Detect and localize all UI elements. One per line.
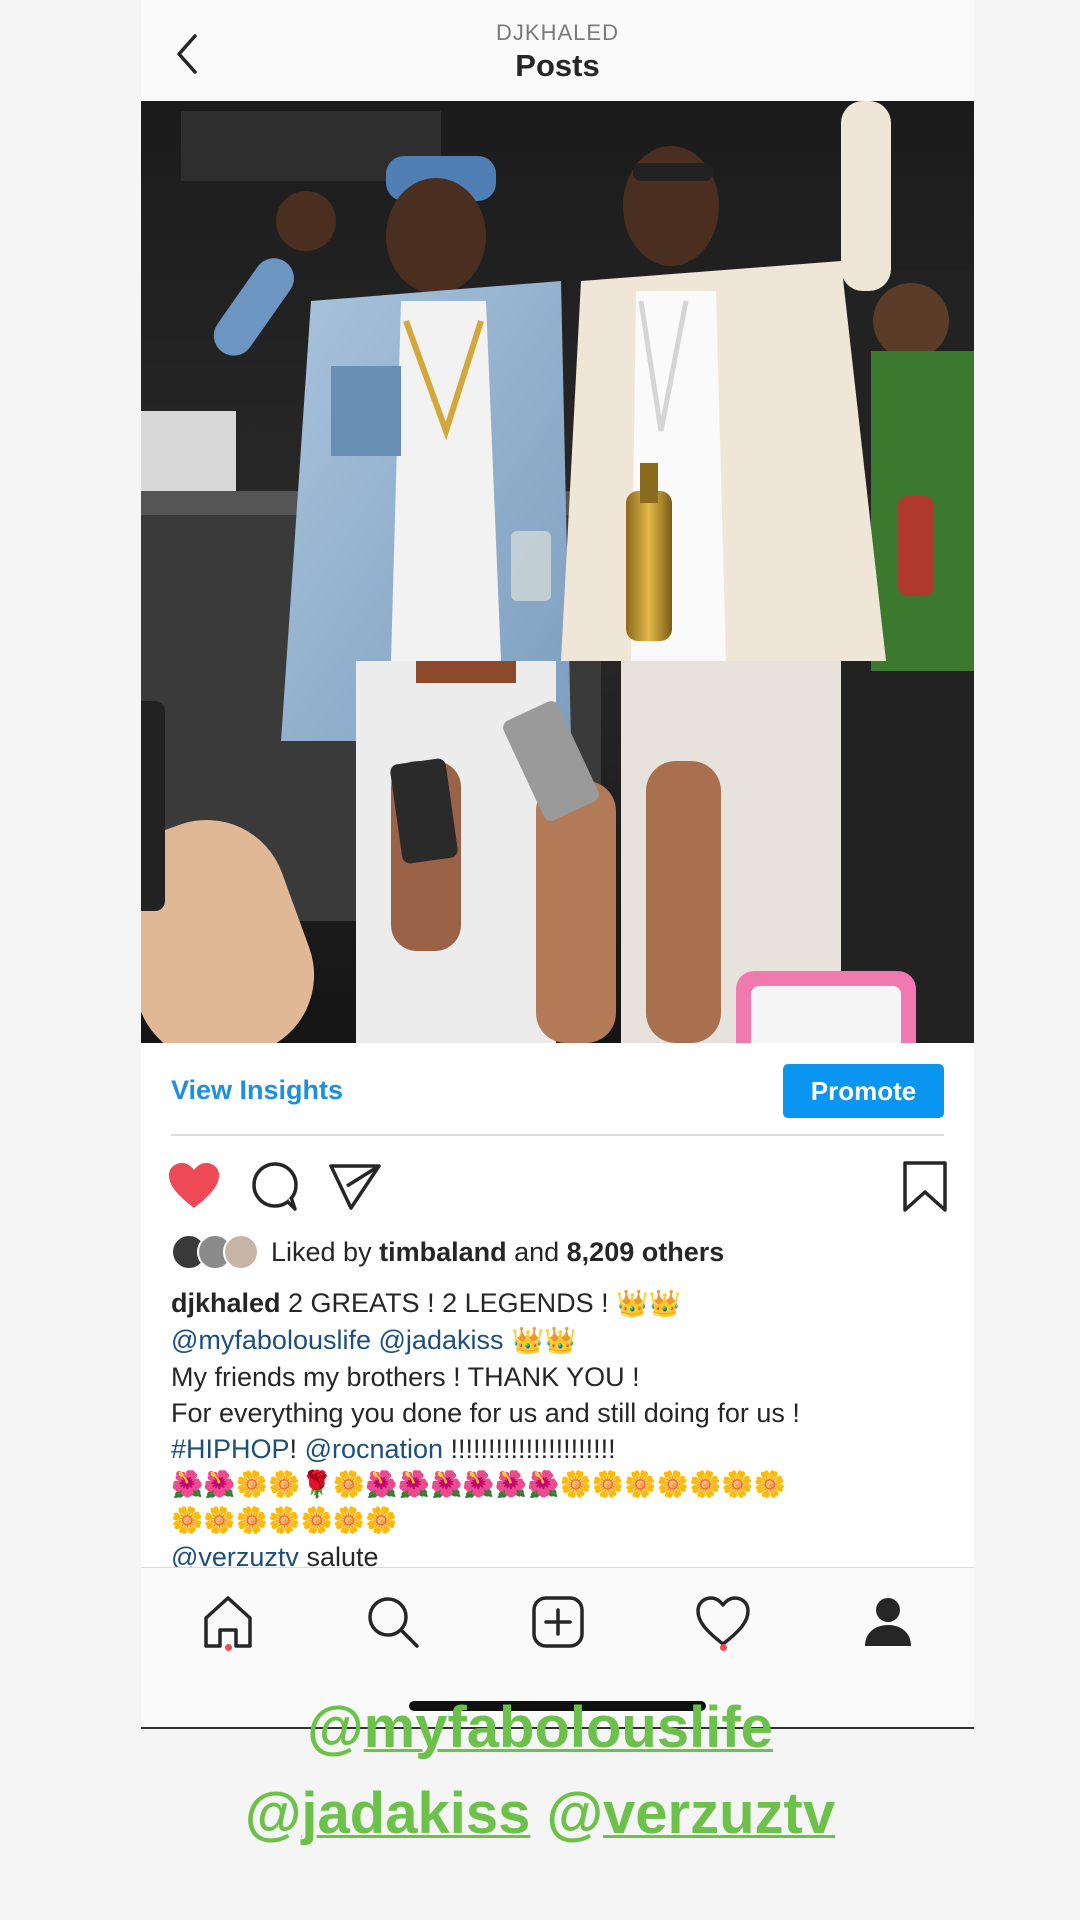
profile-icon — [865, 1598, 911, 1646]
likes-row: Liked by timbaland and 8,209 others — [171, 1230, 951, 1274]
likes-count[interactable]: 8,209 others — [567, 1237, 725, 1267]
overlay-caption-line-1: @myfabolouslife — [0, 1694, 1080, 1761]
view-insights-link[interactable]: View Insights — [171, 1075, 343, 1106]
home-notification-dot — [225, 1644, 232, 1651]
likes-summary[interactable]: Liked by timbaland and 8,209 others — [271, 1237, 724, 1268]
activity-notification-dot — [720, 1644, 727, 1651]
crown-emoji: 👑👑 — [503, 1326, 577, 1356]
action-bar — [141, 1150, 974, 1220]
save-button[interactable] — [897, 1160, 953, 1212]
caption-text: 2 GREATS ! 2 LEGENDS ! — [280, 1288, 617, 1318]
likes-prefix: Liked by — [271, 1237, 380, 1267]
caption-exclaims: !!!!!!!!!!!!!!!!!!!!!! — [443, 1434, 616, 1464]
comment-button[interactable] — [247, 1160, 303, 1212]
caption-line-1: djkhaled 2 GREATS ! 2 LEGENDS ! 👑👑 — [171, 1285, 951, 1322]
activity-icon — [696, 1596, 750, 1646]
overlay-tag-jadakiss[interactable]: jadakiss — [301, 1781, 530, 1846]
mention-jadakiss[interactable]: @jadakiss — [379, 1325, 504, 1355]
flower-emoji-row-2: 🌼🌼🌼🌼🌼🌼🌼 — [171, 1506, 398, 1536]
nav-new-post[interactable] — [528, 1592, 588, 1652]
bookmark-icon — [903, 1161, 947, 1212]
overlay-tag-myfabolouslife[interactable]: myfabolouslife — [364, 1695, 773, 1760]
overlay-at: @ — [244, 1781, 302, 1846]
mention-myfabolouslife[interactable]: @myfabolouslife — [171, 1325, 371, 1355]
flower-emoji-row-1: 🌺🌺🌼🌼🌹🌼🌺🌺🌺🌺🌺🌺🌼🌼🌼🌼🌼🌼🌼 — [171, 1470, 787, 1500]
comment-icon — [252, 1162, 298, 1211]
avatar — [223, 1234, 259, 1270]
crown-emoji: 👑👑 — [616, 1289, 681, 1319]
liker-username[interactable]: timbaland — [379, 1237, 507, 1267]
caption-bang: ! — [289, 1434, 305, 1464]
post-caption: djkhaled 2 GREATS ! 2 LEGENDS ! 👑👑 @myfa… — [171, 1285, 951, 1575]
share-button[interactable] — [327, 1160, 383, 1212]
overlay-at: @ — [530, 1781, 604, 1846]
promote-button[interactable]: Promote — [783, 1064, 944, 1118]
search-icon — [368, 1597, 419, 1648]
mention-rocnation[interactable]: @rocnation — [305, 1434, 443, 1464]
caption-line-2: @myfabolouslife @jadakiss 👑👑 — [171, 1322, 951, 1359]
send-icon — [329, 1164, 381, 1210]
page-title: Posts — [515, 48, 600, 83]
caption-line-5: #HIPHOP! @rocnation !!!!!!!!!!!!!!!!!!!!… — [171, 1431, 951, 1467]
likes-middle: and — [506, 1237, 567, 1267]
overlay-at: @ — [307, 1695, 364, 1760]
header-username: DJKHALED — [496, 20, 619, 45]
nav-search[interactable] — [363, 1592, 423, 1652]
divider — [171, 1134, 944, 1136]
insights-row: View Insights Promote — [141, 1043, 974, 1134]
home-icon — [204, 1596, 252, 1648]
overlay-tag-verzuztv[interactable]: verzuztv — [603, 1781, 835, 1846]
post-screen: DJKHALED Posts View Insights Promote Lik… — [141, 0, 974, 1728]
top-bar: DJKHALED Posts — [141, 0, 974, 101]
caption-line-4: For everything you done for us and still… — [171, 1398, 800, 1428]
like-button[interactable] — [166, 1160, 222, 1212]
post-image — [141, 101, 974, 1043]
add-icon — [532, 1596, 584, 1648]
caption-line-3: My friends my brothers ! THANK YOU ! — [171, 1362, 640, 1392]
nav-home[interactable] — [198, 1592, 258, 1652]
liker-avatars[interactable] — [171, 1234, 261, 1270]
post-photo[interactable] — [141, 101, 974, 1043]
nav-profile[interactable] — [858, 1592, 918, 1652]
caption-username[interactable]: djkhaled — [171, 1288, 281, 1318]
overlay-caption-line-2: @jadakiss @verzuztv — [0, 1780, 1080, 1847]
nav-activity[interactable] — [693, 1592, 753, 1652]
hashtag-hiphop[interactable]: #HIPHOP — [171, 1434, 290, 1464]
heart-filled-icon — [169, 1163, 219, 1208]
